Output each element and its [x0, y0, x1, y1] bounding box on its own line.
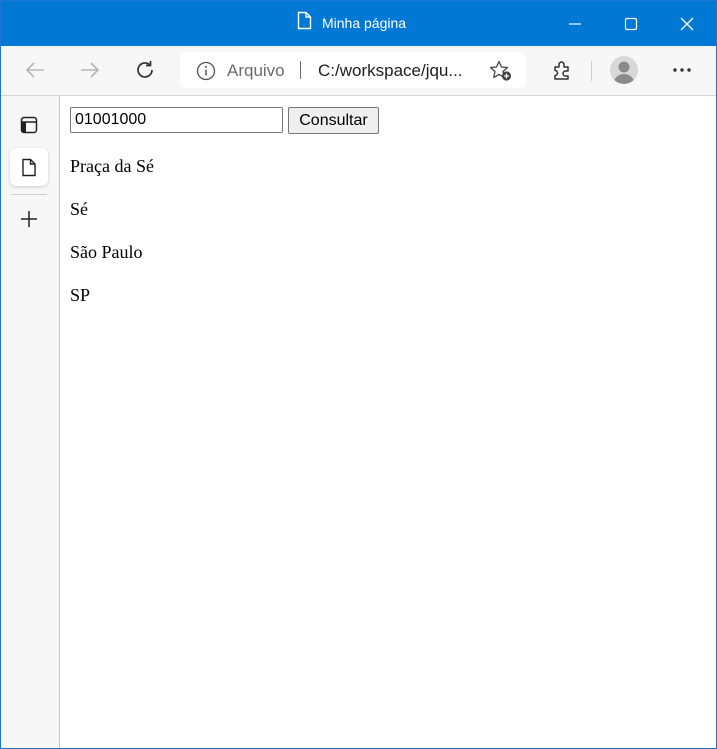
- toolbar-divider: [591, 61, 592, 81]
- result-localidade: São Paulo: [70, 242, 143, 262]
- more-icon: [673, 68, 691, 72]
- close-icon: [680, 17, 694, 30]
- extensions-icon: [554, 61, 569, 80]
- vertical-tabs-sidebar: [1, 96, 60, 748]
- tab-actions-icon: [20, 116, 38, 134]
- refresh-icon: [137, 61, 153, 78]
- window-title-group: Minha página: [297, 11, 407, 35]
- profile-avatar[interactable]: [610, 56, 638, 84]
- new-tab-button[interactable]: [10, 200, 48, 238]
- result-logradouro: Praça da Sé: [70, 156, 154, 176]
- address-separator: [300, 61, 301, 79]
- minimize-icon: [569, 22, 581, 25]
- forward-icon: [81, 62, 100, 78]
- forward-button[interactable]: [73, 53, 107, 87]
- info-icon[interactable]: [196, 61, 216, 86]
- sidebar-divider: [11, 194, 47, 195]
- tab-actions-button[interactable]: [10, 106, 48, 144]
- vertical-tab-page[interactable]: [10, 148, 48, 186]
- new-tab-icon: [21, 211, 37, 227]
- window-title: Minha página: [322, 15, 407, 31]
- maximize-icon: [624, 17, 638, 30]
- consultar-button[interactable]: Consultar: [288, 107, 379, 134]
- back-button[interactable]: [18, 53, 52, 87]
- refresh-button[interactable]: [128, 53, 162, 87]
- browser-window: Minha página Arquivo C:/workspace/jqu...…: [0, 0, 717, 749]
- favorites-add-icon[interactable]: [489, 60, 513, 87]
- cep-input[interactable]: [70, 107, 283, 133]
- more-button[interactable]: [665, 53, 699, 87]
- address-url[interactable]: C:/workspace/jqu...: [318, 61, 463, 81]
- back-icon: [25, 62, 44, 78]
- extensions-button[interactable]: [545, 53, 579, 87]
- minimize-button[interactable]: [546, 1, 604, 46]
- maximize-button[interactable]: [602, 1, 660, 46]
- close-button[interactable]: [658, 1, 716, 46]
- vertical-tab-page-icon: [22, 158, 36, 176]
- result-bairro: Sé: [70, 199, 88, 219]
- browser-toolbar: Arquivo C:/workspace/jqu...: [1, 46, 716, 96]
- page-content: Consultar Praça da Sé Sé São Paulo SP: [60, 96, 716, 748]
- result-uf: SP: [70, 285, 91, 305]
- address-bar[interactable]: Arquivo C:/workspace/jqu...: [180, 52, 526, 88]
- title-bar: Minha página: [1, 1, 716, 46]
- address-scheme-label: Arquivo: [227, 61, 285, 80]
- page-icon: [297, 11, 312, 35]
